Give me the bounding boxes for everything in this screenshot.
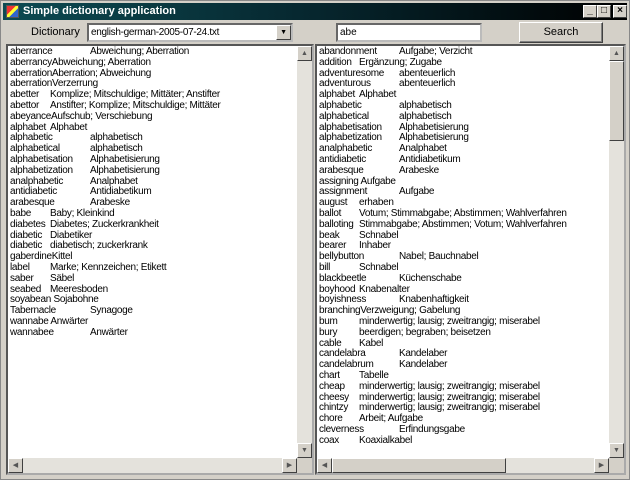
matches-rows: aberrance Abweichung; Aberration aberranc… xyxy=(10,46,296,339)
list-item[interactable]: diabetes Diabetes; Zuckerkrankheit xyxy=(10,219,296,231)
title-bar[interactable]: Simple dictionary application _ □ × xyxy=(3,3,627,20)
dictionary-list[interactable]: abandonment Aufgabe; Verzicht addition Er… xyxy=(315,44,626,475)
horizontal-scrollbar[interactable]: ◀ ▶ xyxy=(8,458,297,473)
list-item[interactable]: abeyanceAufschub; Verschiebung xyxy=(10,111,296,123)
list-item[interactable]: alphabetization Alphabetisierung xyxy=(10,165,296,177)
app-icon xyxy=(6,5,19,18)
list-item[interactable]: wannabee Anwärter xyxy=(10,327,296,339)
app-window: Simple dictionary application _ □ × Dict… xyxy=(0,0,630,480)
list-item[interactable]: arabesque Arabeske xyxy=(319,165,608,177)
list-item[interactable]: cheap minderwertig; lausig; zweitrangig;… xyxy=(319,381,608,393)
list-item[interactable]: alphabetical alphabetisch xyxy=(319,111,608,123)
dictionary-select-value: english-german-2005-07-24.txt xyxy=(91,27,220,38)
scroll-left-icon[interactable]: ◀ xyxy=(317,458,332,473)
vertical-scrollbar[interactable]: ▲ ▼ xyxy=(609,46,624,458)
list-item[interactable]: addition Ergänzung; Zugabe xyxy=(319,57,608,69)
horizontal-scroll-thumb[interactable] xyxy=(332,458,506,473)
scroll-right-icon[interactable]: ▶ xyxy=(282,458,297,473)
scroll-up-icon[interactable]: ▲ xyxy=(297,46,312,61)
dictionary-label: Dictionary xyxy=(31,26,80,38)
list-item[interactable]: saber Säbel xyxy=(10,273,296,285)
horizontal-scrollbar[interactable]: ◀ ▶ xyxy=(317,458,609,473)
scroll-corner xyxy=(609,458,624,473)
vertical-scroll-thumb[interactable] xyxy=(609,61,624,141)
scroll-left-icon[interactable]: ◀ xyxy=(8,458,23,473)
search-button[interactable]: Search xyxy=(519,22,603,43)
list-item[interactable]: balloting Stimmabgabe; Abstimmen; Votum;… xyxy=(319,219,608,231)
list-item[interactable]: coax Koaxialkabel xyxy=(319,435,608,447)
dictionary-rows: abandonment Aufgabe; Verzicht addition Er… xyxy=(319,46,608,447)
dictionary-select[interactable]: english-german-2005-07-24.txt ▼ xyxy=(87,23,293,42)
scroll-up-icon[interactable]: ▲ xyxy=(609,46,624,61)
scroll-right-icon[interactable]: ▶ xyxy=(594,458,609,473)
maximize-button[interactable]: □ xyxy=(597,5,611,18)
close-button[interactable]: × xyxy=(613,5,627,18)
list-item[interactable]: aberrancyAbweichung; Aberration xyxy=(10,57,296,69)
scroll-down-icon[interactable]: ▼ xyxy=(297,443,312,458)
scroll-corner xyxy=(297,458,312,473)
minimize-button[interactable]: _ xyxy=(583,5,597,18)
list-item[interactable]: bury beerdigen; begraben; beisetzen xyxy=(319,327,608,339)
vertical-scrollbar[interactable]: ▲ ▼ xyxy=(297,46,312,458)
chevron-down-icon[interactable]: ▼ xyxy=(276,25,291,40)
list-item[interactable]: blackbeetle Küchenschabe xyxy=(319,273,608,285)
search-input[interactable]: abe xyxy=(336,23,482,42)
matches-list[interactable]: aberrance Abweichung; Aberration aberranc… xyxy=(6,44,314,475)
window-title: Simple dictionary application xyxy=(23,5,176,17)
scroll-down-icon[interactable]: ▼ xyxy=(609,443,624,458)
